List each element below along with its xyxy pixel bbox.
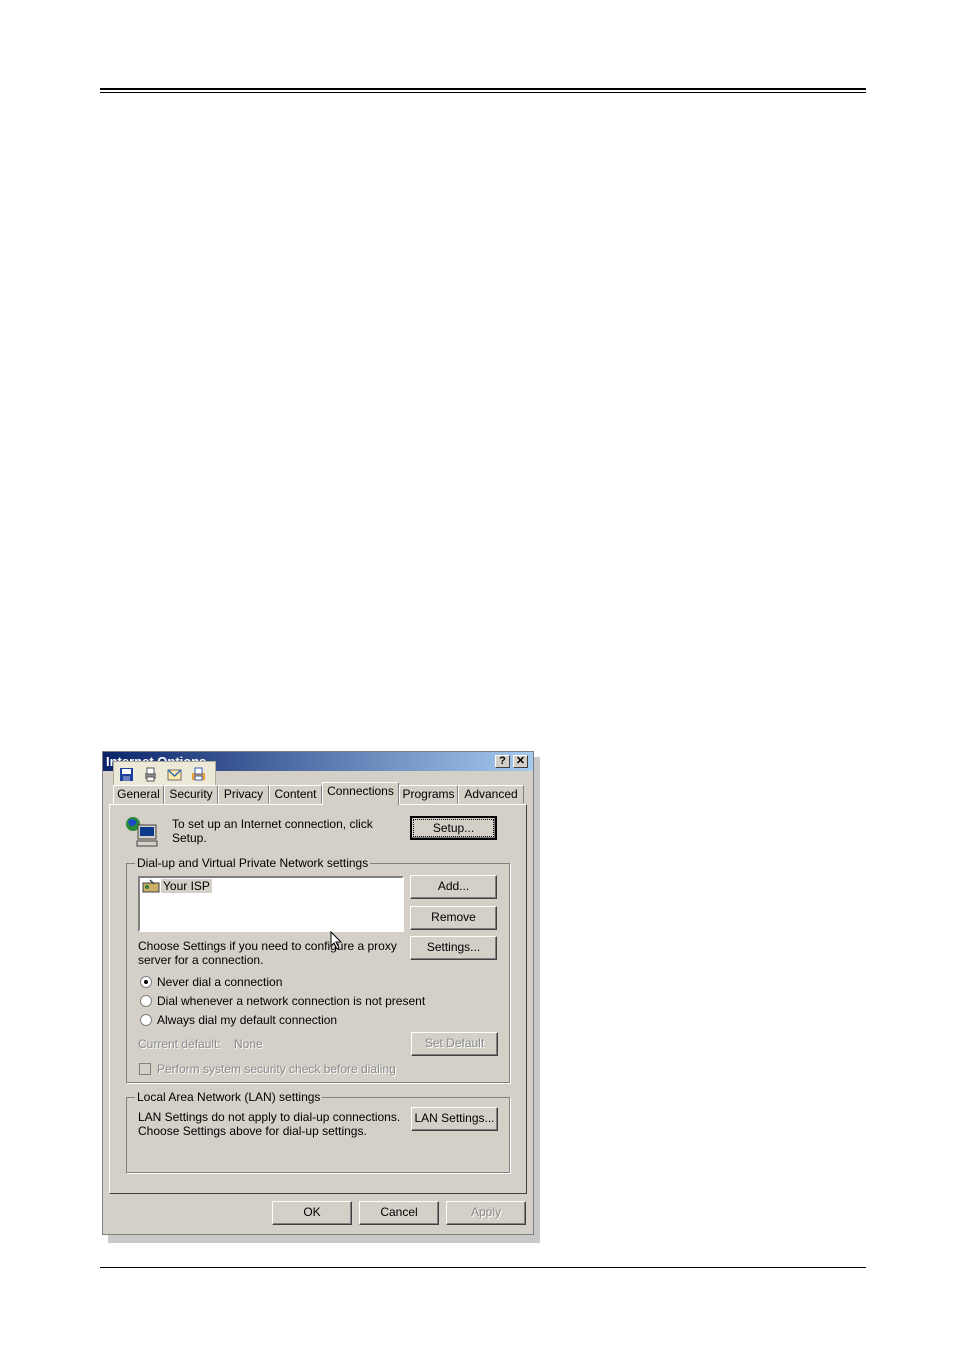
mouse-cursor-icon — [330, 930, 343, 953]
add-button[interactable]: Add... — [410, 875, 497, 899]
tab-security[interactable]: Security — [164, 785, 218, 804]
tab-programs[interactable]: Programs — [399, 785, 458, 804]
security-check-label: Perform system security check before dia… — [157, 1062, 396, 1076]
radio-dial-whenever[interactable] — [140, 995, 152, 1007]
printer-icon[interactable] — [190, 767, 207, 783]
lan-text-line1: LAN Settings do not apply to dial-up con… — [138, 1110, 401, 1124]
security-check-checkbox[interactable] — [139, 1063, 151, 1075]
proxy-text-line2: server for a connection. — [138, 953, 264, 967]
current-default-value: None — [234, 1037, 263, 1051]
radio-selected-dot — [144, 980, 148, 984]
close-button[interactable]: ✕ — [513, 755, 528, 768]
radio-never-dial[interactable] — [140, 976, 152, 988]
dialup-legend: Dial-up and Virtual Private Network sett… — [135, 856, 371, 870]
tab-general[interactable]: General — [113, 785, 164, 804]
header-rule-thin — [100, 92, 866, 93]
header-rule — [100, 88, 866, 90]
tab-content[interactable]: Content — [269, 785, 322, 804]
set-default-button[interactable]: Set Default — [411, 1032, 498, 1056]
ok-button[interactable]: OK — [272, 1201, 352, 1225]
floating-toolbar — [113, 761, 216, 788]
connections-panel: To set up an Internet connection, click … — [109, 804, 527, 1194]
tab-advanced[interactable]: Advanced — [458, 785, 524, 804]
lan-legend: Local Area Network (LAN) settings — [135, 1090, 323, 1104]
settings-button[interactable]: Settings... — [410, 936, 497, 960]
setup-text-line2: Setup. — [172, 831, 207, 845]
globe-computer-icon — [124, 815, 160, 852]
internet-options-dialog: Internet Options ? ✕ General Security Pr… — [102, 751, 534, 1235]
radio-always-label: Always dial my default connection — [157, 1013, 338, 1027]
save-icon[interactable] — [118, 767, 135, 783]
connection-listbox[interactable]: Your ISP — [138, 876, 404, 932]
remove-button[interactable]: Remove — [410, 906, 497, 930]
modem-icon — [142, 879, 160, 898]
radio-whenever-label: Dial whenever a network connection is no… — [157, 994, 426, 1008]
help-button[interactable]: ? — [495, 755, 510, 768]
proxy-text-line1: Choose Settings if you need to configure… — [138, 939, 397, 953]
print-icon[interactable] — [142, 767, 159, 783]
footer-rule — [100, 1267, 866, 1268]
list-item[interactable]: Your ISP — [161, 879, 212, 893]
setup-button[interactable]: Setup... — [410, 816, 497, 840]
apply-button[interactable]: Apply — [446, 1201, 526, 1225]
mail-icon[interactable] — [166, 767, 183, 783]
radio-always-dial[interactable] — [140, 1014, 152, 1026]
tab-connections[interactable]: Connections — [322, 782, 399, 805]
current-default-label: Current default: — [138, 1037, 221, 1051]
tab-privacy[interactable]: Privacy — [218, 785, 269, 804]
cancel-button[interactable]: Cancel — [359, 1201, 439, 1225]
lan-text-line2: Choose Settings above for dial-up settin… — [138, 1124, 367, 1138]
lan-settings-button[interactable]: LAN Settings... — [411, 1107, 498, 1131]
radio-never-label: Never dial a connection — [157, 975, 283, 989]
setup-text-line1: To set up an Internet connection, click — [172, 817, 373, 831]
